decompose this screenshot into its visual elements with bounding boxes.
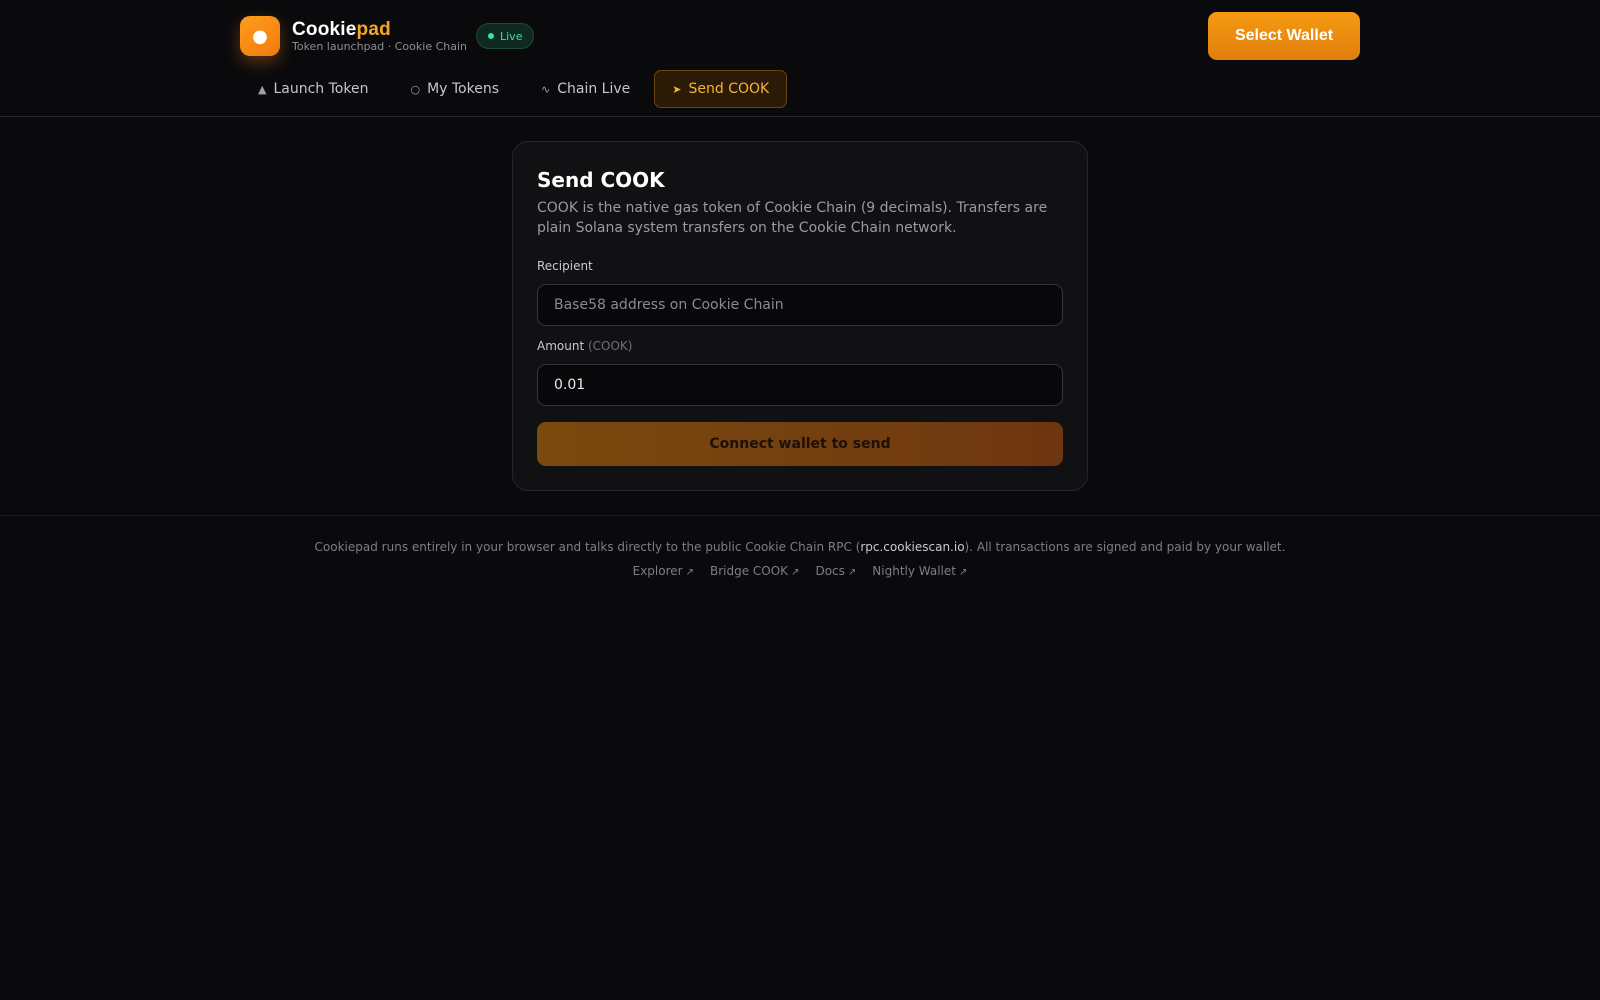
card-description: COOK is the native gas token of Cookie C… [537,200,1048,236]
link-label: Nightly Wallet [872,564,956,578]
tab-send-cook[interactable]: ➤ Send COOK [654,70,788,108]
rpc-host: rpc.cookiescan.io [860,540,965,554]
rocket-icon: ▲ [258,82,267,96]
external-link-icon: ↗ [791,567,800,578]
tab-label: Launch Token [273,81,369,97]
live-label: Live [500,29,523,43]
footer-text-before: Cookiepad runs entirely in your browser … [314,540,861,554]
brand-name[interactable]: Cookiepad [292,19,391,41]
external-link-icon: ↗ [958,567,968,578]
app-header: ● Cookiepad Token launchpad · Cookie Cha… [0,0,1600,117]
brand-tagline: Token launchpad · Cookie Chain [292,40,468,53]
cookie-icon[interactable]: ● [240,16,280,56]
external-link-icon: ↗ [685,567,694,578]
link-label: Bridge COOK [709,564,789,578]
footer-divider [0,515,1600,516]
amount-input[interactable] [537,364,1063,406]
card-title: Send COOK [537,168,665,192]
footer-links: Explorer ↗ Bridge COOK ↗ Docs ↗ Nightly Wal… [0,564,1600,578]
footer-link-explorer[interactable]: Explorer ↗ [633,564,694,578]
brand-accent: pad [356,19,391,40]
live-status-badge: Live [476,23,535,49]
coins-icon: ○ [410,82,421,96]
recipient-label: Recipient [537,259,593,273]
tab-chain-live[interactable]: ∿ Chain Live [523,70,648,108]
footer-text-after: ). All transactions are signed and paid … [964,540,1286,554]
select-wallet-button[interactable]: Select Wallet [1208,12,1360,60]
brand-main: Cookie [292,19,357,40]
send-icon: ➤ [672,82,682,96]
tab-label: My Tokens [427,81,500,97]
link-label: Docs [815,564,845,578]
pulse-icon: ∿ [541,82,551,96]
footer-link-bridge-cook[interactable]: Bridge COOK ↗ [710,564,799,578]
footer-note: Cookiepad runs entirely in your browser … [0,540,1600,554]
amount-label: Amount (COOK) [537,339,633,353]
live-dot-icon [488,33,494,39]
amount-label-text: Amount [537,339,585,353]
main-nav: ▲ Launch Token ○ My Tokens ∿ Chain Live … [240,70,788,108]
recipient-input[interactable] [537,284,1063,326]
connect-wallet-to-send-button[interactable]: Connect wallet to send [537,422,1063,466]
tab-launch-token[interactable]: ▲ Launch Token [240,70,386,108]
tab-my-tokens[interactable]: ○ My Tokens [392,70,517,108]
footer-link-nightly-wallet[interactable]: Nightly Wallet ↗ [872,564,967,578]
tab-label: Send COOK [688,81,770,97]
footer-link-docs[interactable]: Docs ↗ [815,564,856,578]
tab-label: Chain Live [557,81,631,97]
amount-unit: (COOK) [587,339,633,353]
link-label: Explorer [632,564,683,578]
send-cook-card: Send COOK COOK is the native gas token o… [512,141,1088,491]
external-link-icon: ↗ [847,567,857,578]
